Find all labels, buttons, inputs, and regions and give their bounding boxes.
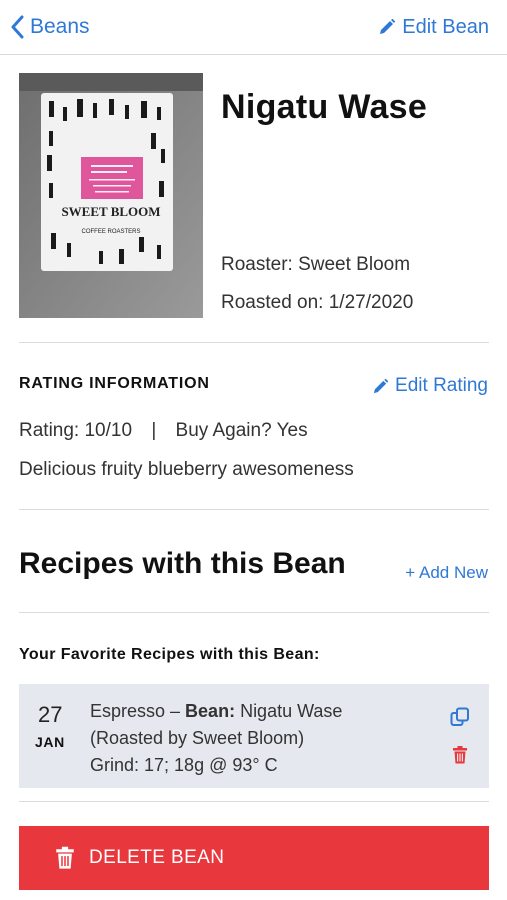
recipe-month: JAN [35, 734, 65, 750]
recipe-day: 27 [38, 702, 63, 727]
delete-recipe-button[interactable] [452, 746, 468, 769]
recipe-bean-value: Nigatu Wase [235, 701, 343, 721]
edit-bean-button[interactable]: Edit Bean [378, 13, 489, 41]
trash-icon [56, 846, 74, 869]
back-button[interactable]: Beans [10, 13, 90, 41]
rating-notes: Delicious fruity blueberry awesomeness [19, 459, 354, 480]
edit-bean-label: Edit Bean [402, 15, 489, 38]
roaster-text: Roaster: Sweet Bloom [221, 254, 411, 275]
add-new-recipe-button[interactable]: + Add New [405, 563, 488, 583]
delete-bean-button[interactable]: DELETE BEAN [19, 826, 489, 890]
favorites-title: Your Favorite Recipes with this Bean: [19, 646, 320, 663]
nav-bar: Beans Edit Bean [0, 0, 507, 55]
rating-section-title: RATING INFORMATION [19, 375, 210, 392]
trash-icon [453, 746, 467, 764]
recipe-card[interactable]: 27 JAN Espresso – Bean: Nigatu Wase (Roa… [19, 684, 489, 788]
rating-summary: Rating: 10/10 | Buy Again? Yes [19, 420, 308, 442]
rating-value: Rating: 10/10 [19, 420, 133, 441]
bean-name: Nigatu Wase [221, 88, 428, 126]
edit-rating-button[interactable]: Edit Rating [372, 374, 488, 398]
bag-sub-text: COFFEE ROASTERS [81, 229, 140, 235]
recipe-method: Espresso – [90, 701, 186, 721]
copy-recipe-button[interactable] [450, 707, 470, 732]
divider [19, 801, 489, 802]
bean-photo: SWEET BLOOM COFFEE ROASTERS [19, 73, 203, 318]
recipe-details: Espresso – Bean: Nigatu Wase (Roasted by… [90, 698, 342, 779]
roasted-date: Roasted on: 1/27/2020 [221, 292, 414, 313]
back-label: Beans [30, 15, 90, 38]
edit-rating-label: Edit Rating [395, 375, 488, 396]
recipes-title: Recipes with this Bean [19, 547, 346, 580]
copy-icon [450, 707, 469, 726]
divider [19, 509, 489, 510]
delete-bean-label: DELETE BEAN [89, 847, 225, 868]
divider [19, 342, 489, 343]
recipe-grind: Grind: 17; 18g @ 93° C [90, 755, 278, 775]
bag-brand-text: SWEET BLOOM [61, 204, 160, 219]
recipe-roaster: (Roasted by Sweet Bloom) [90, 728, 305, 748]
chevron-left-icon [11, 15, 24, 39]
divider [19, 612, 489, 613]
buy-again: Buy Again? Yes [175, 420, 308, 441]
pencil-icon [373, 378, 389, 393]
pencil-icon [380, 18, 396, 34]
recipe-bean-label: Bean: [185, 701, 236, 721]
separator: | [151, 420, 157, 441]
